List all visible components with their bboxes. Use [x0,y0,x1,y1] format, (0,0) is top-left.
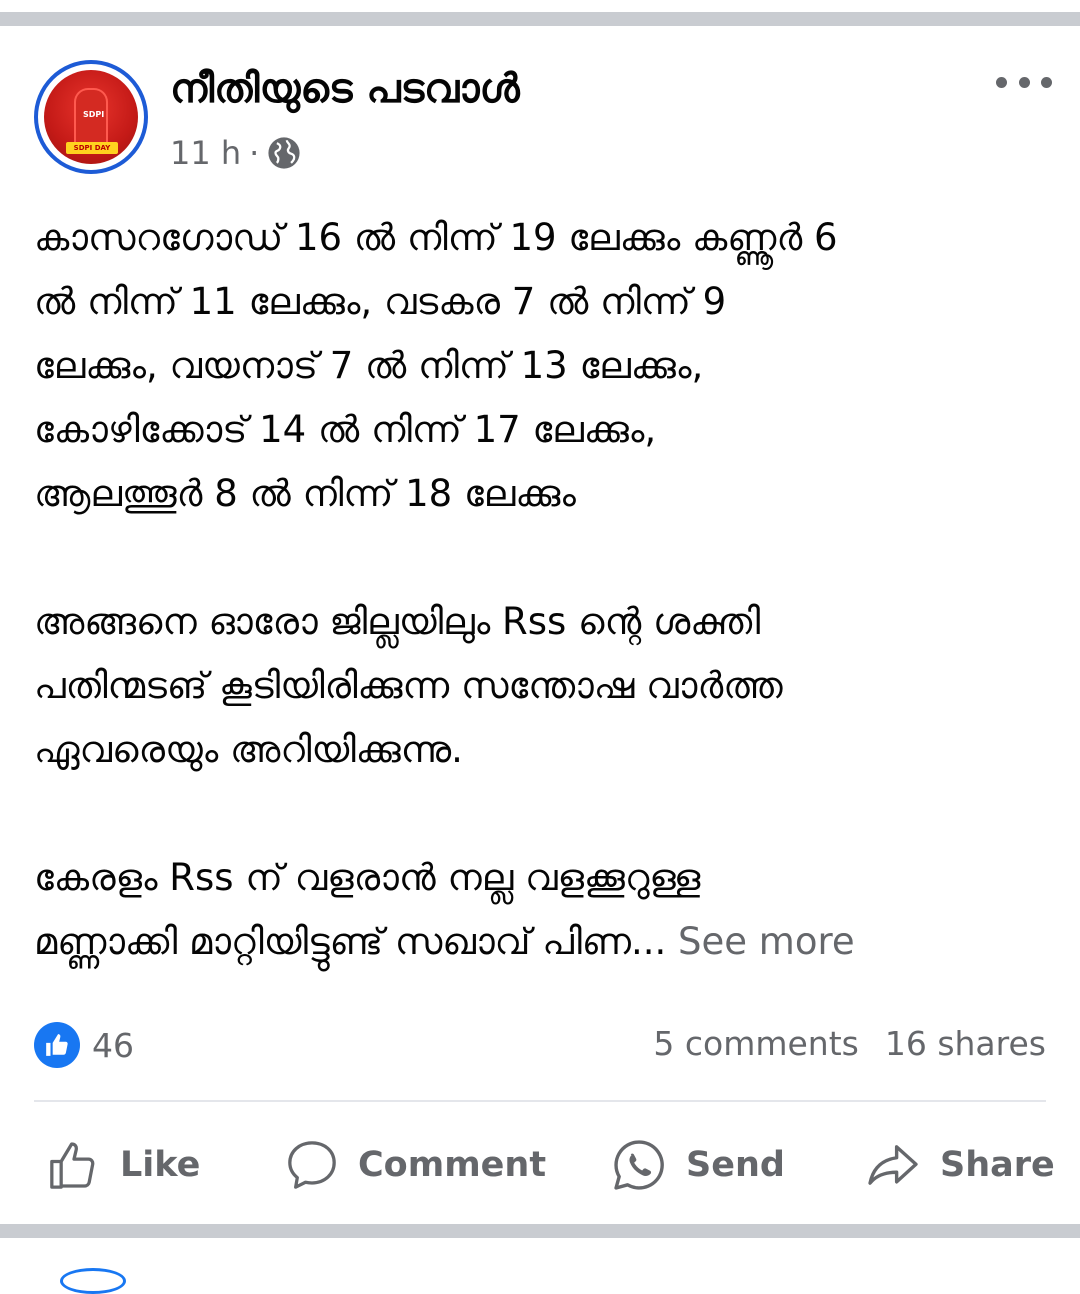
share-arrow-icon [868,1145,918,1185]
see-more-link[interactable]: See more [666,920,855,963]
bottom-separator [0,1224,1080,1238]
post-line: ൽ നിന്ന് 11 ലേക്കും, വടകര 7 ൽ നിന്ന് 9 [34,280,727,323]
post-time[interactable]: 11 h [170,134,241,172]
post-actions: Like Comment Send Share [34,1130,1055,1200]
more-options-icon[interactable] [996,62,1052,102]
comments-count[interactable]: 5 comments [653,1024,858,1063]
send-label: Send [686,1145,785,1185]
share-button[interactable]: Share [864,1130,1055,1200]
post-line: പതിന്മടങ് കൂടിയിരിക്കുന്ന സന്തോഷ വാർത്ത [34,664,783,707]
next-post-avatar [60,1268,126,1294]
globe-icon [268,137,300,169]
post-line: കോഴിക്കോട് 14 ൽ നിന്ന് 17 ലേക്കും, [34,408,657,451]
comment-button[interactable]: Comment [284,1130,546,1200]
actions-divider [34,1100,1046,1102]
like-button[interactable]: Like [46,1130,200,1200]
comment-icon [288,1141,336,1189]
post-line: അങ്ങനെ ഓരോ ജില്ലയിലും Rss ന്റെ ശക്തി [34,600,761,643]
more-dot [996,76,1007,88]
whatsapp-icon [614,1140,664,1190]
thumbs-up-icon [50,1142,95,1189]
top-separator [0,0,1080,26]
post-last-line: മണ്ണാക്കി മാറ്റിയിട്ടുണ്ട് സഖാവ് പിണ... … [34,910,1046,974]
post-meta: 11 h · [170,134,301,172]
post-text: കാസറഗോഡ് 16 ൽ നിന്ന് 19 ലേക്കും കണ്ണൂർ 6… [34,206,1046,974]
avatar-image: SDPI SDPI DAY [44,70,138,164]
more-dot [1018,76,1030,88]
reactions-count: 46 [92,1025,134,1065]
thumbs-up-icon [46,1034,68,1056]
page-avatar[interactable]: SDPI SDPI DAY [34,60,148,174]
comment-label: Comment [358,1145,547,1185]
more-dot [1041,76,1052,88]
post-line: ഏവരെയും അറിയിക്കുന്നു. [34,728,463,771]
post-line: കാസറഗോഡ് 16 ൽ നിന്ന് 19 ലേക്കും കണ്ണൂർ 6 [34,216,838,259]
shares-count[interactable]: 16 shares [885,1024,1046,1063]
meta-separator: · [249,134,260,172]
send-button[interactable]: Send [610,1130,785,1200]
post-stats: 5 comments 16 shares [653,1024,1046,1063]
page-name[interactable]: നീതിയുടെ പടവാൾ [170,66,520,112]
post-line: ലേക്കും, വയനാട് 7 ൽ നിന്ന് 13 ലേക്കും, [34,344,704,387]
like-icon [34,1022,80,1068]
post-line-truncated: മണ്ണാക്കി മാറ്റിയിട്ടുണ്ട് സഖാവ് പിണ... [34,920,667,963]
like-label: Like [120,1145,201,1185]
reactions-summary[interactable]: 46 [34,1022,134,1068]
avatar-badge: SDPI DAY [66,142,118,154]
post-line: ആലത്തൂർ 8 ൽ നിന്ന് 18 ലേക്കും [34,472,576,515]
post-line: കേരളം Rss ന് വളരാൻ നല്ല വളക്കൂറുള്ള [34,856,701,899]
avatar-caption: SDPI [83,110,105,119]
share-label: Share [940,1145,1055,1185]
